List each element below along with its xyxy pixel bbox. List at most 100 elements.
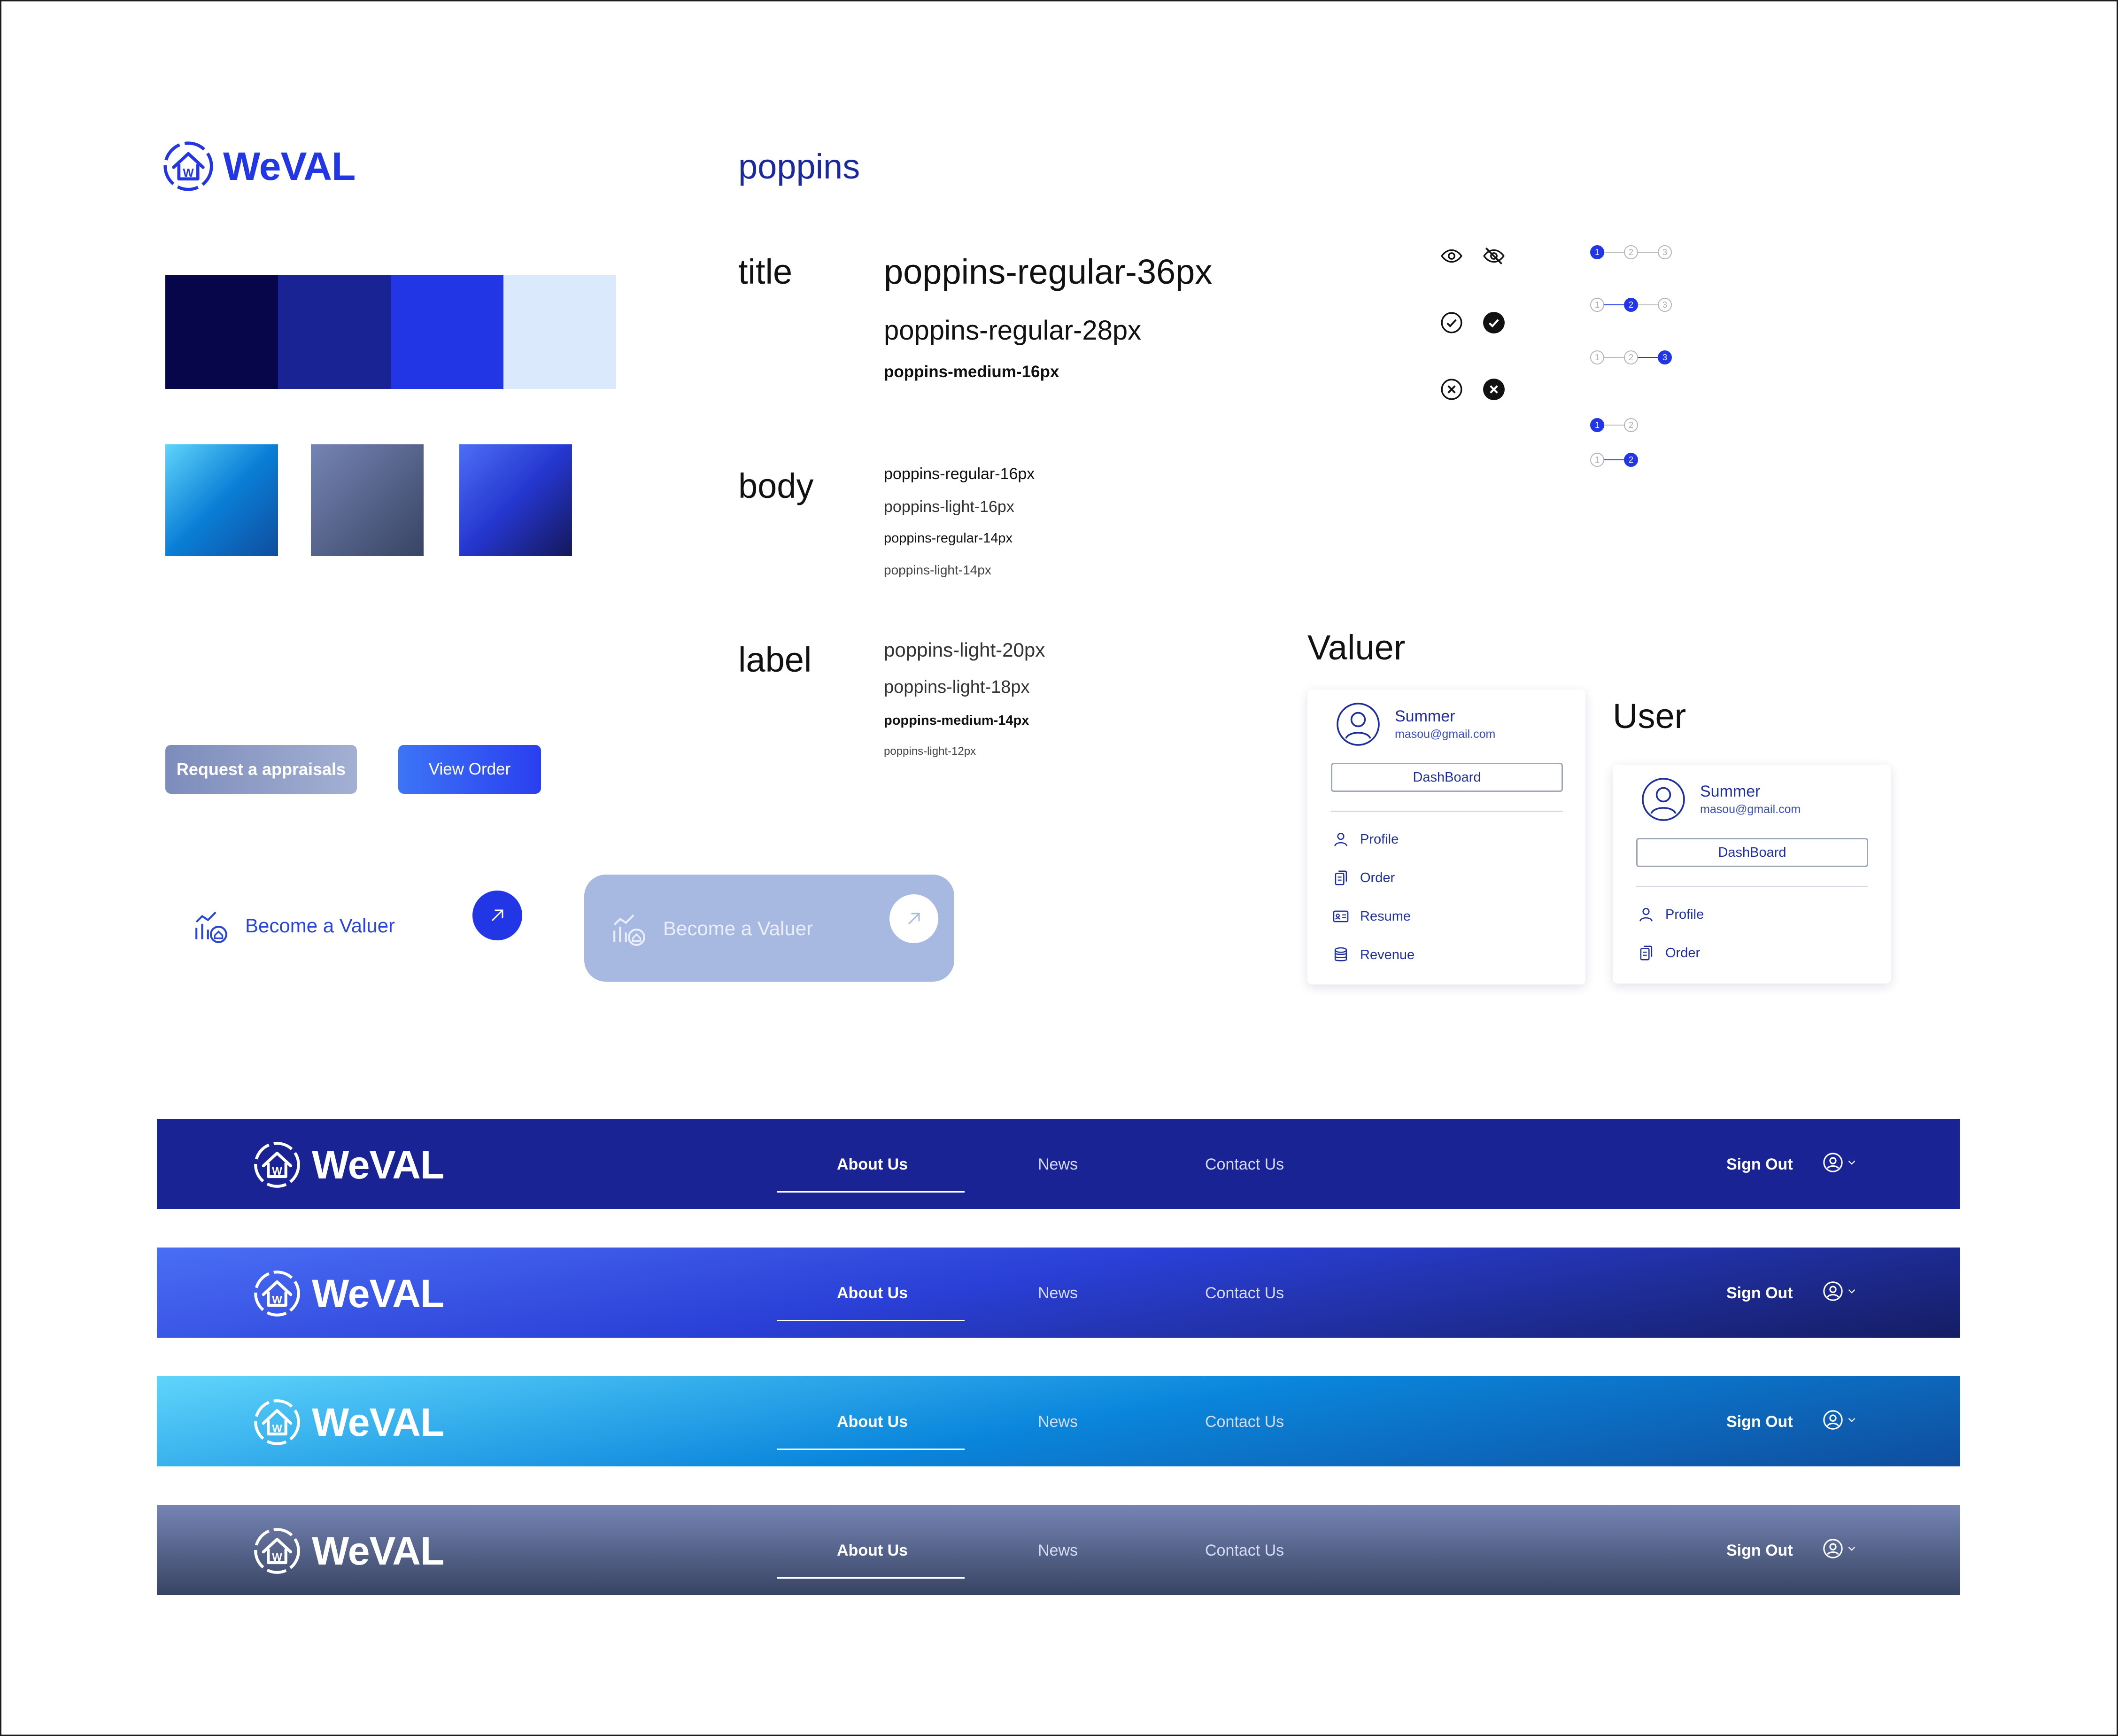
nav-link-news[interactable]: News bbox=[1038, 1284, 1078, 1302]
x-circle-filled-icon[interactable] bbox=[1482, 378, 1506, 401]
navbar-blue-gradient: W WeVAL About Us News Contact Us Sign Ou… bbox=[157, 1248, 1960, 1338]
arrow-button[interactable] bbox=[889, 894, 938, 943]
eye-icon[interactable] bbox=[1440, 244, 1463, 268]
stepper-step-1: 1 2 3 bbox=[1590, 245, 1672, 259]
svg-text:W: W bbox=[272, 1551, 282, 1563]
step-dot[interactable]: 1 bbox=[1590, 453, 1604, 467]
step-dot[interactable]: 1 bbox=[1590, 350, 1604, 364]
svg-text:W: W bbox=[183, 167, 194, 179]
nav-link-news[interactable]: News bbox=[1038, 1542, 1078, 1560]
user-profile-header: Summer masou@gmail.com bbox=[1641, 777, 1801, 822]
nav-link-about[interactable]: About Us bbox=[837, 1413, 908, 1431]
step-dot[interactable]: 2 bbox=[1624, 453, 1638, 467]
menu-item-label: Profile bbox=[1665, 907, 1704, 922]
x-circle-outline-icon[interactable] bbox=[1440, 378, 1463, 401]
menu-item-order[interactable]: Order bbox=[1637, 944, 1700, 962]
step-connector bbox=[1604, 252, 1624, 253]
nav-link-contact[interactable]: Contact Us bbox=[1205, 1413, 1284, 1431]
user-icon bbox=[1334, 833, 1347, 846]
sign-out-link[interactable]: Sign Out bbox=[1726, 1542, 1793, 1560]
user-name: Summer bbox=[1700, 783, 1761, 800]
eye-off-icon[interactable] bbox=[1482, 244, 1506, 268]
nav-logo[interactable]: W WeVAL bbox=[253, 1140, 444, 1189]
type-sample: poppins-medium-14px bbox=[884, 713, 1029, 728]
svg-text:W: W bbox=[272, 1294, 282, 1306]
avatar-icon bbox=[1642, 778, 1685, 821]
navbar-solid: W WeVAL About Us News Contact Us Sign Ou… bbox=[157, 1119, 1960, 1209]
user-email: masou@gmail.com bbox=[1395, 728, 1496, 741]
nav-link-news[interactable]: News bbox=[1038, 1413, 1078, 1431]
svg-text:W: W bbox=[272, 1165, 282, 1177]
user-menu-toggle[interactable] bbox=[1822, 1152, 1858, 1173]
valuer-dropdown-card: Summer masou@gmail.com DashBoard Profile… bbox=[1307, 690, 1585, 984]
user-circle-icon bbox=[1823, 1281, 1843, 1301]
step-dot[interactable]: 1 bbox=[1590, 298, 1604, 312]
nav-logo[interactable]: W WeVAL bbox=[253, 1269, 444, 1318]
step-dot[interactable]: 1 bbox=[1590, 418, 1604, 432]
nav-link-news[interactable]: News bbox=[1038, 1155, 1078, 1174]
dashboard-button[interactable]: DashBoard bbox=[1331, 763, 1563, 792]
chevron-down-icon bbox=[1848, 1546, 1855, 1551]
become-valuer-link[interactable]: Become a Valuer bbox=[193, 907, 395, 945]
type-sample: poppins-light-20px bbox=[884, 639, 1045, 661]
user-menu-toggle[interactable] bbox=[1822, 1538, 1858, 1559]
menu-item-profile[interactable]: Profile bbox=[1332, 830, 1399, 848]
nav-logo[interactable]: W WeVAL bbox=[253, 1398, 444, 1447]
swatch-gradient-slate bbox=[311, 444, 424, 556]
font-family-title: poppins bbox=[738, 147, 860, 186]
chevron-down-icon bbox=[1848, 1160, 1855, 1165]
step-dot[interactable]: 3 bbox=[1658, 245, 1672, 259]
coins-stack-icon bbox=[1334, 947, 1347, 961]
color-palette bbox=[165, 275, 616, 389]
become-valuer-button-disabled[interactable]: Become a Valuer bbox=[584, 875, 954, 982]
step-connector bbox=[1604, 357, 1624, 358]
nav-link-about[interactable]: About Us bbox=[837, 1155, 908, 1174]
nav-active-underline bbox=[777, 1449, 965, 1450]
type-sample: poppins-regular-36px bbox=[884, 252, 1213, 291]
dashboard-button[interactable]: DashBoard bbox=[1636, 838, 1868, 867]
nav-logo[interactable]: W WeVAL bbox=[253, 1527, 444, 1575]
menu-item-revenue[interactable]: Revenue bbox=[1332, 946, 1415, 964]
sign-out-link[interactable]: Sign Out bbox=[1726, 1413, 1793, 1431]
step-dot[interactable]: 2 bbox=[1624, 298, 1638, 312]
menu-item-resume[interactable]: Resume bbox=[1332, 907, 1411, 925]
stepper-two-step-1: 1 2 bbox=[1590, 418, 1638, 432]
step-dot[interactable]: 2 bbox=[1624, 350, 1638, 364]
swatch-gradient-cyan bbox=[165, 444, 278, 556]
brand-logo: W WeVAL bbox=[162, 140, 356, 193]
view-order-button[interactable]: View Order bbox=[398, 745, 541, 794]
step-dot[interactable]: 2 bbox=[1624, 245, 1638, 259]
arrow-button[interactable] bbox=[472, 891, 522, 940]
menu-item-order[interactable]: Order bbox=[1332, 869, 1395, 887]
nav-link-contact[interactable]: Contact Us bbox=[1205, 1542, 1284, 1560]
chart-house-icon bbox=[613, 914, 645, 946]
nav-active-underline bbox=[777, 1320, 965, 1321]
nav-link-contact[interactable]: Contact Us bbox=[1205, 1284, 1284, 1302]
step-dot[interactable]: 2 bbox=[1624, 418, 1638, 432]
type-sample: poppins-light-18px bbox=[884, 677, 1030, 697]
step-dot[interactable]: 1 bbox=[1590, 245, 1604, 259]
nav-link-contact[interactable]: Contact Us bbox=[1205, 1155, 1284, 1174]
brand-name: WeVAL bbox=[223, 144, 356, 188]
type-sample: poppins-regular-14px bbox=[884, 531, 1013, 546]
user-email: masou@gmail.com bbox=[1700, 803, 1801, 816]
request-appraisal-button[interactable]: Request a appraisals bbox=[165, 745, 357, 794]
nav-link-about[interactable]: About Us bbox=[837, 1284, 908, 1302]
nav-link-about[interactable]: About Us bbox=[837, 1542, 908, 1560]
arrow-up-right-icon bbox=[908, 913, 920, 925]
sign-out-link[interactable]: Sign Out bbox=[1726, 1155, 1793, 1174]
user-circle-icon bbox=[1823, 1153, 1843, 1172]
user-menu-toggle[interactable] bbox=[1822, 1280, 1858, 1302]
step-dot[interactable]: 3 bbox=[1658, 298, 1672, 312]
menu-item-profile[interactable]: Profile bbox=[1637, 906, 1704, 923]
swatch-primary bbox=[391, 275, 503, 389]
sign-out-link[interactable]: Sign Out bbox=[1726, 1284, 1793, 1302]
step-dot[interactable]: 3 bbox=[1658, 350, 1672, 364]
nav-brand-name: WeVAL bbox=[312, 1142, 444, 1187]
become-valuer-pill-content: Become a Valuer bbox=[611, 909, 813, 948]
step-connector bbox=[1638, 357, 1658, 358]
valuer-profile-header: Summer masou@gmail.com bbox=[1336, 702, 1495, 747]
become-valuer-label: Become a Valuer bbox=[245, 914, 395, 937]
type-sample: poppins-light-12px bbox=[884, 745, 976, 758]
user-menu-toggle[interactable] bbox=[1822, 1409, 1858, 1431]
